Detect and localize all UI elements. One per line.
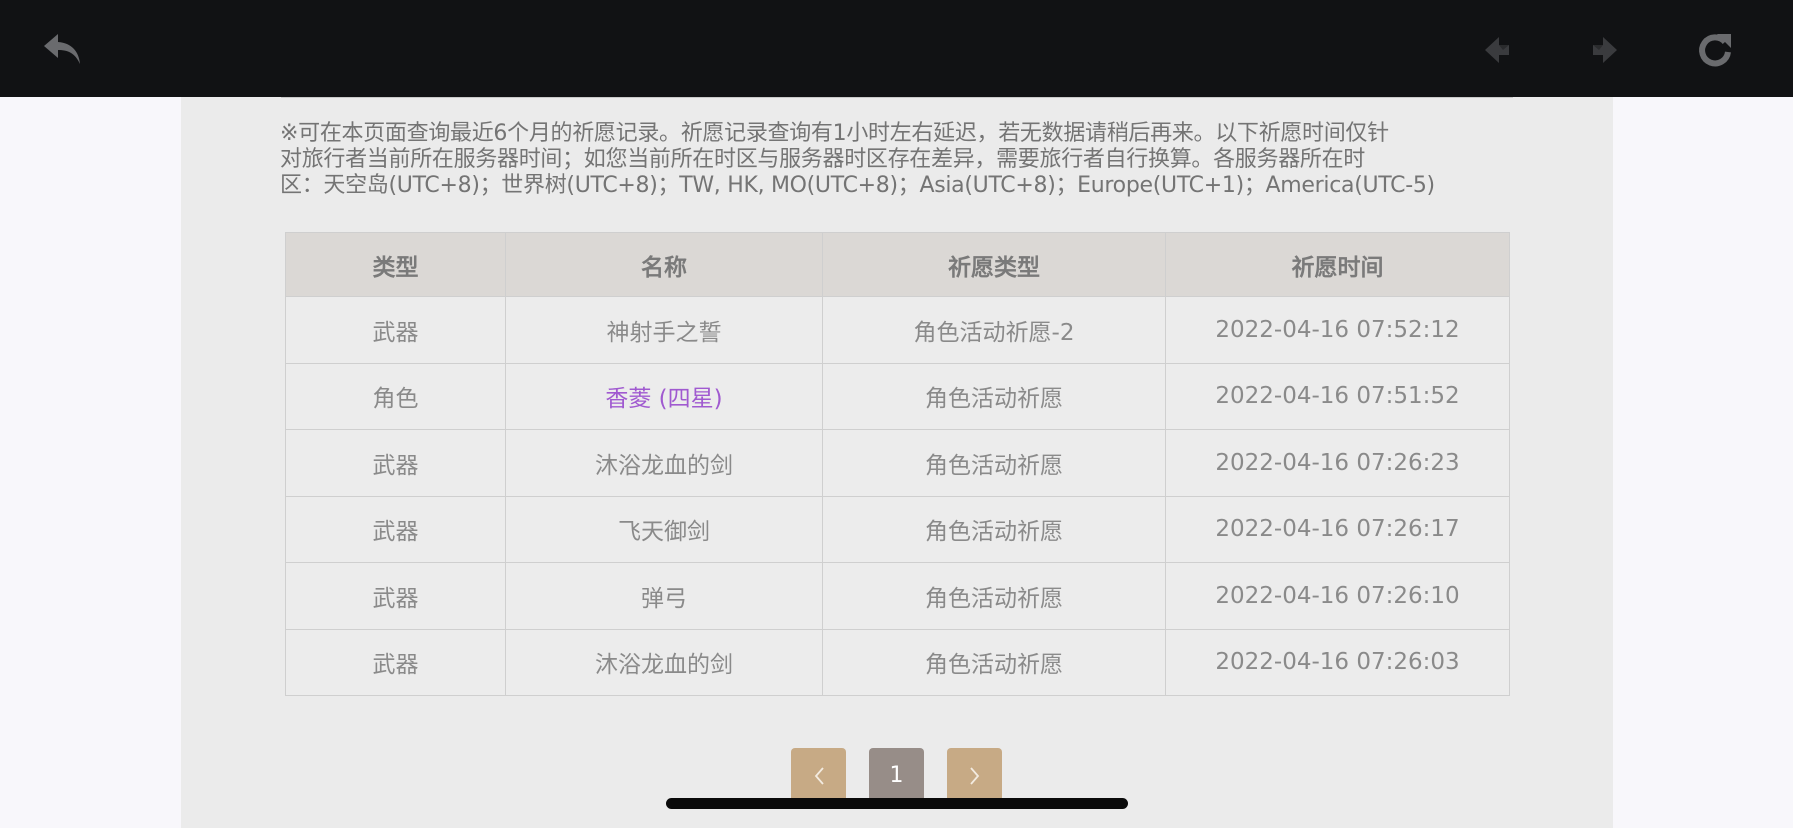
cell-wish-type: 角色活动祈愿 xyxy=(822,562,1166,630)
table-row: 武器 沐浴龙血的剑 角色活动祈愿 2022-04-16 07:26:03 xyxy=(285,628,1510,696)
back-arrow-icon[interactable] xyxy=(34,22,90,78)
notice-line: 对旅行者当前所在服务器时间；如您当前所在时区与服务器时区存在差异，需要旅行者自行… xyxy=(280,147,1366,172)
cell-type: 武器 xyxy=(285,429,506,497)
cell-type: 武器 xyxy=(285,628,506,696)
table-row: 武器 沐浴龙血的剑 角色活动祈愿 2022-04-16 07:26:23 xyxy=(285,429,1510,497)
chevron-left-icon xyxy=(814,766,824,785)
browser-toolbar xyxy=(0,0,1793,97)
cell-type: 武器 xyxy=(285,562,506,630)
notice-line: ※可在本页面查询最近6个月的祈愿记录。祈愿记录查询有1小时左右延迟，若无数据请稍… xyxy=(280,121,1389,146)
table-row: 武器 飞天御剑 角色活动祈愿 2022-04-16 07:26:17 xyxy=(285,495,1510,563)
column-header-wish-time: 祈愿时间 xyxy=(1165,232,1510,297)
table-row: 武器 弹弓 角色活动祈愿 2022-04-16 07:26:10 xyxy=(285,562,1510,630)
cell-wish-time: 2022-04-16 07:26:10 xyxy=(1165,562,1510,630)
wish-history-panel: ※可在本页面查询最近6个月的祈愿记录。祈愿记录查询有1小时左右延迟，若无数据请稍… xyxy=(181,97,1613,828)
cell-name: 弹弓 xyxy=(505,562,823,630)
current-page-button[interactable]: 1 xyxy=(869,748,924,803)
cell-type: 武器 xyxy=(285,296,506,364)
cell-name: 飞天御剑 xyxy=(505,495,823,563)
next-page-button[interactable] xyxy=(947,748,1002,803)
prev-page-button[interactable] xyxy=(791,748,846,803)
cell-wish-time: 2022-04-16 07:26:23 xyxy=(1165,429,1510,497)
refresh-icon[interactable] xyxy=(1687,22,1743,78)
cell-wish-type: 角色活动祈愿 xyxy=(822,429,1166,497)
cell-wish-type: 角色活动祈愿 xyxy=(822,628,1166,696)
table-row: 角色 香菱 (四星) 角色活动祈愿 2022-04-16 07:51:52 xyxy=(285,362,1510,430)
wish-records-table: 类型 名称 祈愿类型 祈愿时间 武器 神射手之誓 角色活动祈愿-2 2022-0… xyxy=(285,232,1510,696)
chevron-right-icon xyxy=(969,766,979,785)
cell-type: 角色 xyxy=(285,362,506,430)
cell-name: 沐浴龙血的剑 xyxy=(505,628,823,696)
cell-name: 香菱 (四星) xyxy=(505,362,823,430)
prev-page-icon[interactable] xyxy=(1469,22,1525,78)
next-page-icon[interactable] xyxy=(1577,22,1633,78)
cell-wish-type: 角色活动祈愿-2 xyxy=(822,296,1166,364)
home-indicator[interactable] xyxy=(666,798,1128,809)
cell-name: 沐浴龙血的剑 xyxy=(505,429,823,497)
column-header-type: 类型 xyxy=(285,232,506,297)
column-header-name: 名称 xyxy=(505,232,823,297)
cell-wish-time: 2022-04-16 07:26:03 xyxy=(1165,628,1510,696)
column-header-wish-type: 祈愿类型 xyxy=(822,232,1166,297)
cell-wish-time: 2022-04-16 07:52:12 xyxy=(1165,296,1510,364)
cell-wish-time: 2022-04-16 07:26:17 xyxy=(1165,495,1510,563)
cell-wish-time: 2022-04-16 07:51:52 xyxy=(1165,362,1510,430)
wish-notice-text: ※可在本页面查询最近6个月的祈愿记录。祈愿记录查询有1小时左右延迟，若无数据请稍… xyxy=(280,121,1520,199)
cell-name: 神射手之誓 xyxy=(505,296,823,364)
table-header-row: 类型 名称 祈愿类型 祈愿时间 xyxy=(285,232,1510,297)
cell-type: 武器 xyxy=(285,495,506,563)
cell-wish-type: 角色活动祈愿 xyxy=(822,495,1166,563)
pagination: 1 xyxy=(791,748,1002,803)
cell-wish-type: 角色活动祈愿 xyxy=(822,362,1166,430)
notice-line: 区：天空岛(UTC+8)；世界树(UTC+8)；TW, HK, MO(UTC+8… xyxy=(280,173,1435,198)
divider xyxy=(281,97,1513,98)
table-row: 武器 神射手之誓 角色活动祈愿-2 2022-04-16 07:52:12 xyxy=(285,296,1510,364)
